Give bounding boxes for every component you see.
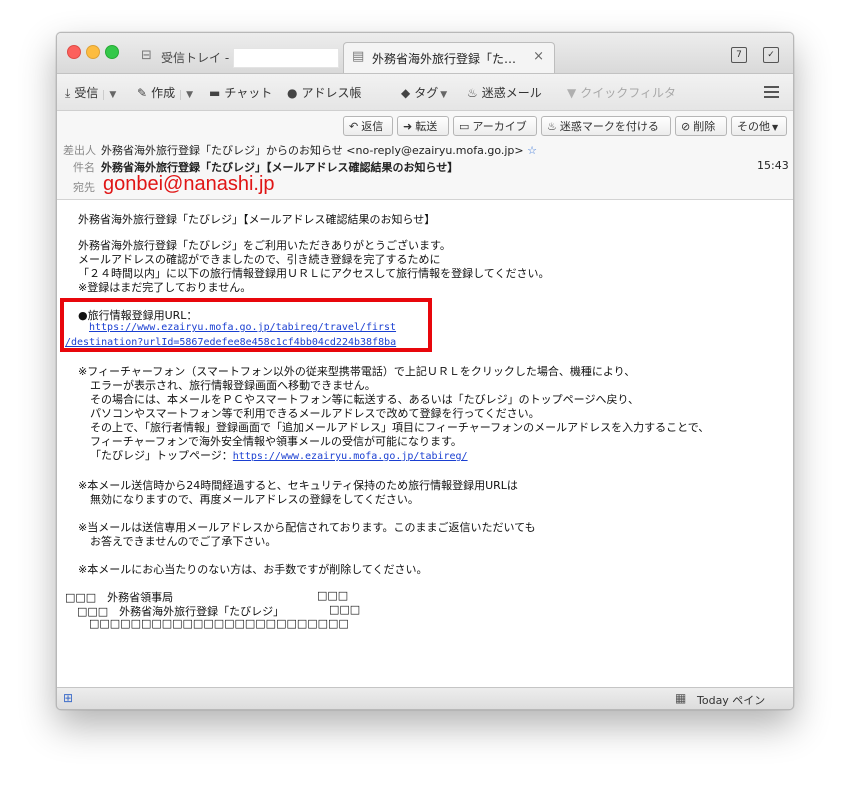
flame-icon: ♨ [547,120,557,133]
today-pane-toggle[interactable]: Today ペイン [697,692,765,708]
archive-icon: ▭ [459,120,470,133]
tab-inbox[interactable]: ⊟ 受信トレイ - [133,42,341,72]
chevron-down-icon[interactable]: ▼ [180,90,193,100]
address-book-label: アドレス帳 [301,86,362,100]
person-icon: ● [287,86,298,100]
zoom-window-button[interactable] [105,45,119,59]
download-icon: ⤓ [65,86,71,100]
other-actions-button[interactable]: その他 ▼ [731,116,787,136]
write-button[interactable]: ✎ 作成 ▼ [137,84,193,101]
close-window-button[interactable] [67,45,81,59]
tag-label: タグ [414,86,439,100]
top-page-label: 「たびレジ」トップページ： [90,449,233,462]
chat-button[interactable]: ▬ チャット [209,84,272,101]
reply-icon: ↶ [349,120,359,133]
tag-button[interactable]: ◆ タグ ▼ [401,84,447,101]
chevron-down-icon: ▼ [772,123,779,132]
get-mail-button[interactable]: ⤓ 受信 ▼ [65,84,116,101]
calendar-icon[interactable]: 7 [731,47,747,63]
tab-message-label: 外務省海外旅行登録「たび... [372,52,520,66]
other-actions-label: その他 [737,120,770,133]
delete-label: 削除 [693,120,716,133]
title-bar: ⊟ 受信トレイ - ▤ 外務省海外旅行登録「たび... × 7 ✓ [57,33,793,74]
mark-junk-label: 迷惑マークを付ける [559,120,659,133]
chevron-down-icon: ▼ [440,90,448,100]
star-icon[interactable]: ☆ [527,144,537,157]
minimize-window-button[interactable] [86,45,100,59]
redacted-account [233,48,339,68]
highlight-box [60,298,432,352]
subject-label: 件名 [73,161,95,174]
delete-button[interactable]: ⊘ 削除 [675,116,727,136]
chevron-down-icon[interactable]: ▼ [103,90,116,100]
forward-label: 転送 [415,120,438,133]
body-text: 無効になりますので、再度メールアドレスの登録をしてください。 [90,493,419,506]
message-header: ↶ 返信 ➜ 転送 ▭ アーカイブ ♨ 迷惑マークを付ける ⊘ 削除 その他 ▼ 差出人 外… [57,111,793,200]
from-label: 差出人 [63,144,96,157]
tag-icon: ◆ [401,86,411,100]
signature-line: □□□ [317,589,349,602]
flame-icon: ♨ [467,86,478,100]
forward-icon: ➜ [403,120,413,133]
body-text: お答えできませんのでご了承下さい。 [90,535,277,548]
status-bar: ⊞ ▦ Today ペイン [57,687,793,709]
tab-message[interactable]: ▤ 外務省海外旅行登録「たび... × [343,42,555,73]
forward-button[interactable]: ➜ 転送 [397,116,449,136]
message-body: 外務省海外旅行登録「たびレジ」【メールアドレス確認結果のお知らせ】 外務省海外旅… [57,200,793,686]
top-page-line: 「たびレジ」トップページ：https://www.ezairyu.mofa.go… [90,447,468,463]
body-title: 外務省海外旅行登録「たびレジ」【メールアドレス確認結果のお知らせ】 [78,213,436,226]
inbox-icon: ⊟ [141,48,152,63]
app-window: ⊟ 受信トレイ - ▤ 外務省海外旅行登録「たび... × 7 ✓ ⤓ 受信 ▼ ✎… [56,32,794,710]
reply-label: 返信 [361,120,384,133]
chat-icon: ▬ [209,86,221,100]
main-toolbar: ⤓ 受信 ▼ ✎ 作成 ▼ ▬ チャット ● アドレス帳 ◆ タグ ▼ ♨ 迷惑メール ▼ クイック… [57,74,793,111]
body-text: ※本メールにお心当たりのない方は、お手数ですが削除してください。 [78,563,428,576]
funnel-icon: ▼ [567,86,577,100]
write-label: 作成 [151,86,176,100]
message-time: 15:43 [757,159,789,172]
tab-inbox-label: 受信トレイ - [161,51,230,65]
app-menu-icon[interactable] [764,86,779,98]
top-page-link[interactable]: https://www.ezairyu.mofa.go.jp/tabireg/ [233,451,468,462]
archive-button[interactable]: ▭ アーカイブ [453,116,537,136]
address-book-button[interactable]: ● アドレス帳 [287,84,362,101]
quick-filter-button[interactable]: ▼ クイックフィルタ [567,84,676,101]
message-icon: ▤ [352,49,365,64]
pencil-icon: ✎ [137,86,148,100]
archive-label: アーカイブ [472,120,527,133]
body-text: ※登録はまだ完了しておりません。 [78,281,252,294]
to-label: 宛先 [73,181,95,194]
delete-icon: ⊘ [681,120,691,133]
from-address: 外務省海外旅行登録「たびレジ」からのお知らせ <no-reply@ezairyu… [101,144,524,157]
chat-label: チャット [224,86,273,100]
to-value[interactable]: gonbei@nanashi.jp [103,173,275,196]
calendar-icon: ▦ [675,691,687,705]
junk-button[interactable]: ♨ 迷惑メール [467,84,542,101]
junk-label: 迷惑メール [481,86,542,100]
tab-close-icon[interactable]: × [533,49,544,64]
quick-filter-label: クイックフィルタ [580,86,676,100]
from-value[interactable]: 外務省海外旅行登録「たびレジ」からのお知らせ <no-reply@ezairyu… [101,142,537,158]
connection-icon[interactable]: ⊞ [63,691,73,705]
reply-button[interactable]: ↶ 返信 [343,116,393,136]
signature-line: □□□□□□□□□□□□□□□□□□□□□□□□□ [89,617,349,630]
mark-junk-button[interactable]: ♨ 迷惑マークを付ける [541,116,671,136]
tasks-icon[interactable]: ✓ [763,47,779,63]
signature-line: □□□ [329,603,361,616]
get-mail-label: 受信 [74,86,99,100]
